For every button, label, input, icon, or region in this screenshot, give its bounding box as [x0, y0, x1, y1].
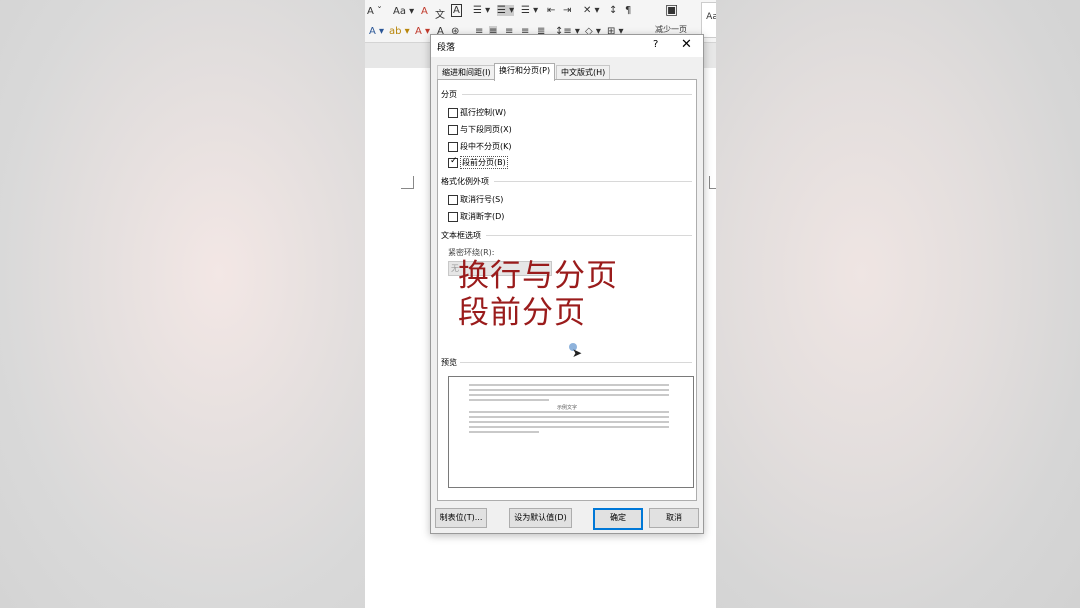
keep-lines-together-checkbox[interactable]	[448, 142, 458, 152]
decrease-indent-icon[interactable]: ⇤	[547, 5, 555, 16]
widow-control-label: 孤行控制(W)	[460, 108, 507, 117]
show-marks-icon[interactable]: ¶	[625, 5, 631, 16]
textbox-heading: 文本框选项	[441, 231, 481, 240]
close-icon[interactable]: ✕	[681, 37, 692, 52]
preview-sample-text: 示例文字	[557, 405, 578, 411]
preview-line	[469, 416, 669, 418]
increase-indent-icon[interactable]: ⇥	[563, 5, 571, 16]
font-size-icon[interactable]: A ˇ	[367, 6, 382, 17]
keep-with-next-checkbox[interactable]	[448, 125, 458, 135]
preview-line	[469, 431, 539, 433]
suppress-line-numbers-label: 取消行号(S)	[460, 195, 504, 204]
pagination-heading: 分页	[441, 90, 457, 99]
bullets-icon[interactable]: ☰ ▾	[473, 5, 490, 16]
preview-line	[469, 394, 669, 396]
sort-icon[interactable]: ↕	[609, 5, 617, 16]
blurred-background-left	[0, 0, 365, 608]
dialog-title: 段落	[437, 43, 456, 53]
tabs-button[interactable]: 制表位(T)...	[435, 508, 487, 528]
preview-line	[469, 421, 669, 423]
char-border-icon[interactable]: A	[451, 4, 462, 17]
divider	[486, 235, 692, 236]
preview-line	[469, 411, 669, 413]
page-break-before-checkbox[interactable]: ✓	[448, 156, 458, 168]
shrink-page-icon[interactable]: ▣	[665, 2, 678, 18]
widow-control-checkbox[interactable]	[448, 108, 458, 118]
preview-heading: 预览	[441, 358, 457, 367]
caption-overlay: 换行与分页 段前分页	[458, 258, 618, 332]
change-case-icon[interactable]: Aa ▾	[393, 6, 414, 17]
clear-format-icon[interactable]: A	[421, 6, 428, 17]
chinese-layout-icon[interactable]: ✕ ▾	[583, 5, 600, 16]
exceptions-heading: 格式化例外项	[441, 177, 489, 186]
style-gallery-normal[interactable]: Aa	[701, 2, 716, 38]
style-preview-label: Aa	[706, 12, 716, 22]
cancel-button[interactable]: 取消	[649, 508, 699, 528]
preview-pane: 示例文字	[448, 376, 694, 488]
font-color-icon[interactable]: A ▾	[415, 26, 430, 37]
page-corner-mark-right	[709, 176, 716, 189]
dialog-titlebar: 段落 ? ✕	[431, 35, 703, 57]
check-icon: ✓	[450, 156, 458, 166]
dont-hyphenate-checkbox[interactable]	[448, 212, 458, 222]
highlight-icon[interactable]: ab ▾	[389, 26, 410, 37]
divider	[462, 94, 692, 95]
text-effect-icon[interactable]: A ▾	[369, 26, 384, 37]
divider	[460, 362, 692, 363]
pinyin-icon[interactable]: 文	[435, 6, 445, 21]
caption-line-1: 换行与分页	[458, 258, 618, 294]
caption-line-2: 段前分页	[458, 295, 586, 331]
dont-hyphenate-label: 取消断字(D)	[460, 212, 505, 221]
tab-line-page-breaks[interactable]: 换行和分页(P)	[494, 63, 556, 81]
ok-button[interactable]: 确定	[593, 508, 643, 530]
page-corner-mark	[401, 176, 414, 189]
tight-wrap-label: 紧密环绕(R):	[448, 248, 495, 257]
page-break-before-label: 段前分页(B)	[460, 156, 508, 169]
preview-line	[469, 426, 669, 428]
keep-with-next-label: 与下段同页(X)	[460, 125, 512, 134]
suppress-line-numbers-checkbox[interactable]	[448, 195, 458, 205]
help-icon[interactable]: ?	[653, 39, 658, 50]
numbering-icon[interactable]: ☰ ▾	[497, 5, 515, 16]
preview-line	[469, 389, 669, 391]
blurred-background-right	[716, 0, 1080, 608]
preview-line	[469, 384, 669, 386]
mouse-pointer-icon: ➤	[572, 346, 583, 360]
divider	[494, 181, 692, 182]
multilevel-list-icon[interactable]: ☰ ▾	[521, 5, 538, 16]
keep-lines-together-label: 段中不分页(K)	[460, 142, 512, 151]
preview-line	[469, 399, 549, 401]
set-default-button[interactable]: 设为默认值(D)	[509, 508, 572, 528]
